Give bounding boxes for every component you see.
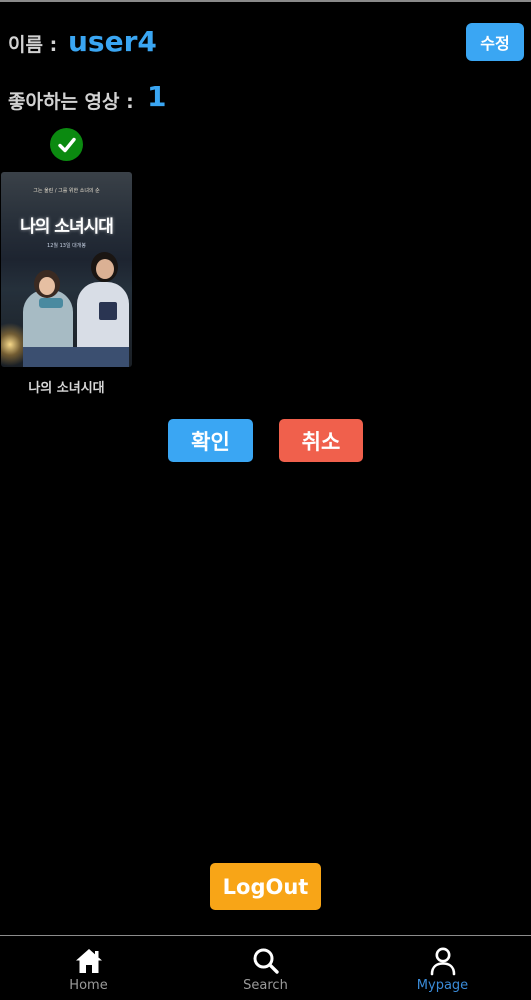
tab-mypage-label: Mypage — [416, 978, 469, 993]
edit-button[interactable]: 수정 — [466, 23, 524, 61]
poster-figure-boy-logo — [99, 302, 117, 320]
confirm-button[interactable]: 확인 — [168, 419, 253, 462]
tab-search-label: Search — [243, 978, 288, 993]
liked-video-card[interactable]: 그는 울린 / 그를 위한 소녀의 순 나의 소녀시대 12월 13일 대개봉 … — [1, 172, 132, 396]
movie-poster[interactable]: 그는 울린 / 그를 위한 소녀의 순 나의 소녀시대 12월 13일 대개봉 — [1, 172, 132, 367]
cancel-button[interactable]: 취소 — [279, 419, 363, 462]
poster-figure-girl-scarf — [39, 298, 63, 308]
poster-subtext: 그는 울린 / 그를 위한 소녀의 순 — [33, 188, 100, 194]
check-icon[interactable] — [50, 128, 83, 161]
liked-videos-count: 1 — [147, 80, 167, 113]
bottom-tab-bar: Home Search Mypage — [0, 935, 531, 1000]
tab-mypage[interactable]: Mypage — [354, 936, 531, 1000]
tab-home[interactable]: Home — [0, 936, 177, 1000]
liked-videos-label: 좋아하는 영상 : — [8, 91, 134, 113]
poster-figure-girl-face — [39, 277, 55, 295]
user-icon — [428, 946, 458, 976]
logout-button[interactable]: LogOut — [210, 863, 321, 910]
search-icon — [251, 946, 281, 976]
tab-search[interactable]: Search — [177, 936, 354, 1000]
top-divider — [0, 0, 531, 2]
poster-tagline: 12월 13일 대개봉 — [47, 243, 86, 249]
poster-figure-boy-face — [96, 259, 114, 279]
name-label: 이름 : — [8, 34, 58, 56]
poster-headline: 나의 소녀시대 — [20, 217, 114, 237]
poster-figure-jeans — [23, 347, 129, 367]
movie-title: 나의 소녀시대 — [28, 381, 105, 396]
tab-home-label: Home — [69, 978, 108, 993]
username-value: user4 — [68, 25, 157, 58]
home-icon — [74, 946, 104, 976]
